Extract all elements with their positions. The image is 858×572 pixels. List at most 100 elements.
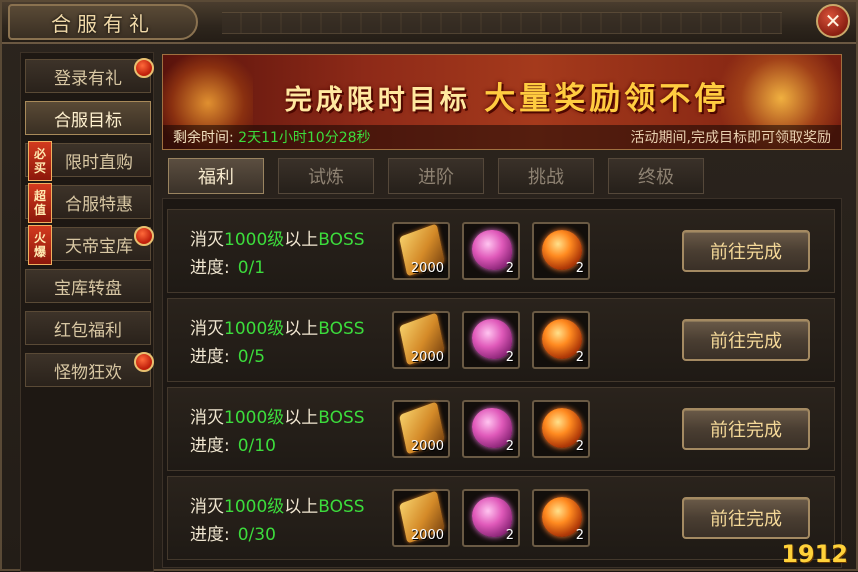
event-banner: 完成限时目标 大量奖励领不停 剩余时间: 2天11小时10分28秒 活动期间,完… [162, 54, 842, 150]
task-row: 消灭1000级以上BOSS 进度: 0/10 2000 2 2 前往完成 [167, 387, 835, 471]
task-objective-prefix: 消灭 [190, 230, 224, 250]
reward-slot[interactable]: 2000 [392, 311, 450, 369]
promo-tag: 必买 [28, 141, 52, 181]
tab[interactable]: 终极 [608, 158, 704, 194]
task-objective-prefix: 消灭 [190, 497, 224, 517]
sidebar-item[interactable]: 宝库转盘 [25, 269, 151, 303]
tab[interactable]: 福利 [168, 158, 264, 194]
reward-slot[interactable]: 2000 [392, 489, 450, 547]
banner-headline-part2: 大量奖励领不停 [484, 81, 730, 117]
tab[interactable]: 进阶 [388, 158, 484, 194]
reward-slot[interactable]: 2 [462, 311, 520, 369]
notification-dot-icon [134, 352, 154, 372]
promo-tag: 火爆 [28, 225, 52, 265]
reward-slot[interactable]: 2 [462, 400, 520, 458]
task-objective-mid: 以上 [284, 497, 319, 517]
banner-headline-part1: 完成限时目标 [284, 85, 471, 116]
reward-slot[interactable]: 2 [462, 489, 520, 547]
task-progress-label: 进度: [190, 436, 230, 456]
sidebar-item-label: 红包福利 [54, 320, 122, 341]
banner-info-bar: 剩余时间: 2天11小时10分28秒 活动期间,完成目标即可领取奖励 [163, 125, 841, 149]
reward-slot[interactable]: 2000 [392, 222, 450, 280]
task-objective-target: BOSS [318, 497, 365, 517]
reward-quantity: 2000 [410, 350, 444, 365]
reward-quantity: 2000 [410, 261, 444, 276]
reward-quantity: 2 [505, 528, 514, 543]
window-title: 合服有礼 [51, 11, 155, 36]
task-objective-level: 1000级 [224, 230, 285, 250]
reward-slot[interactable]: 2 [462, 222, 520, 280]
task-objective-mid: 以上 [284, 408, 319, 428]
reward-slot[interactable]: 2 [532, 222, 590, 280]
task-objective-prefix: 消灭 [190, 408, 224, 428]
reward-slot[interactable]: 2 [532, 311, 590, 369]
go-complete-button[interactable]: 前往完成 [682, 408, 810, 450]
sidebar-item-label: 合服目标 [54, 110, 122, 131]
sidebar-item-label: 宝库转盘 [54, 278, 122, 299]
tab[interactable]: 挑战 [498, 158, 594, 194]
task-objective: 消灭1000级以上BOSS [190, 404, 365, 432]
remaining-time-label: 剩余时间: [173, 130, 234, 146]
reward-quantity: 2 [575, 439, 584, 454]
task-objective: 消灭1000级以上BOSS [190, 493, 365, 521]
reward-quantity: 2 [505, 439, 514, 454]
sidebar-item[interactable]: 合服目标 [25, 101, 151, 135]
go-complete-button[interactable]: 前往完成 [682, 319, 810, 361]
sidebar-item[interactable]: 怪物狂欢 [25, 352, 154, 387]
task-objective-target: BOSS [318, 230, 365, 250]
sidebar-item[interactable]: 天帝宝库 火爆 [25, 225, 154, 265]
sidebar: 登录有礼 合服目标 限时直购 必买 合服特惠 超值 天帝宝库 火爆 宝库转盘 红包福利 怪物狂欢 [20, 52, 154, 572]
task-progress: 进度: 0/10 [190, 432, 365, 460]
task-objective-prefix: 消灭 [190, 319, 224, 339]
notification-dot-icon [134, 226, 154, 246]
close-button[interactable]: ✕ [816, 4, 850, 38]
event-window: 合服有礼 ✕ 登录有礼 合服目标 限时直购 必买 合服特惠 超值 天帝宝库 火爆 宝库转盘 红包福… [0, 0, 858, 572]
task-row: 消灭1000级以上BOSS 进度: 0/1 2000 2 2 前往完成 [167, 209, 835, 293]
go-complete-button[interactable]: 前往完成 [682, 230, 810, 272]
task-objective-level: 1000级 [224, 319, 285, 339]
task-row: 消灭1000级以上BOSS 进度: 0/30 2000 2 2 前往完成 [167, 476, 835, 560]
banner-note: 活动期间,完成目标即可领取奖励 [630, 130, 831, 146]
sidebar-item[interactable]: 红包福利 [25, 311, 151, 345]
reward-quantity: 2 [575, 528, 584, 543]
sidebar-item[interactable]: 合服特惠 超值 [25, 183, 151, 223]
task-progress: 进度: 0/30 [190, 521, 365, 549]
task-row: 消灭1000级以上BOSS 进度: 0/5 2000 2 2 前往完成 [167, 298, 835, 382]
sidebar-item-label: 合服特惠 [65, 194, 133, 215]
task-objective-level: 1000级 [224, 497, 285, 517]
title-ornament [222, 12, 782, 34]
task-description: 消灭1000级以上BOSS 进度: 0/1 [190, 226, 365, 282]
title-bar: 合服有礼 ✕ [2, 2, 856, 44]
banner-headline: 完成限时目标 大量奖励领不停 [227, 73, 787, 118]
task-objective: 消灭1000级以上BOSS [190, 226, 365, 254]
sidebar-item[interactable]: 登录有礼 [25, 58, 154, 93]
sidebar-item-label: 限时直购 [65, 152, 133, 173]
reward-quantity: 2000 [410, 439, 444, 454]
promo-tag: 超值 [28, 183, 52, 223]
sidebar-item[interactable]: 限时直购 必买 [25, 141, 151, 181]
task-progress: 进度: 0/5 [190, 343, 365, 371]
task-progress-value: 0/5 [237, 347, 266, 367]
task-progress-value: 0/10 [237, 436, 276, 456]
task-progress-value: 0/1 [237, 258, 266, 278]
site-watermark: 1912 [781, 540, 848, 568]
task-list: 消灭1000级以上BOSS 进度: 0/1 2000 2 2 前往完成 消灭1000级以上BO… [162, 198, 842, 568]
sidebar-item-label: 怪物狂欢 [54, 362, 122, 383]
reward-slot[interactable]: 2 [532, 400, 590, 458]
tab[interactable]: 试炼 [278, 158, 374, 194]
reward-quantity: 2 [575, 350, 584, 365]
task-objective: 消灭1000级以上BOSS [190, 315, 365, 343]
go-complete-button[interactable]: 前往完成 [682, 497, 810, 539]
reward-slot[interactable]: 2000 [392, 400, 450, 458]
reward-slot[interactable]: 2 [532, 489, 590, 547]
remaining-time-value: 2天11小时10分28秒 [238, 130, 371, 146]
close-icon: ✕ [824, 9, 842, 33]
task-objective-mid: 以上 [284, 230, 319, 250]
task-description: 消灭1000级以上BOSS 进度: 0/10 [190, 404, 365, 460]
reward-quantity: 2 [505, 350, 514, 365]
title-plate: 合服有礼 [8, 4, 198, 40]
task-objective-mid: 以上 [284, 319, 319, 339]
notification-dot-icon [134, 58, 154, 78]
sidebar-item-label: 天帝宝库 [65, 236, 133, 257]
task-objective-target: BOSS [318, 408, 365, 428]
